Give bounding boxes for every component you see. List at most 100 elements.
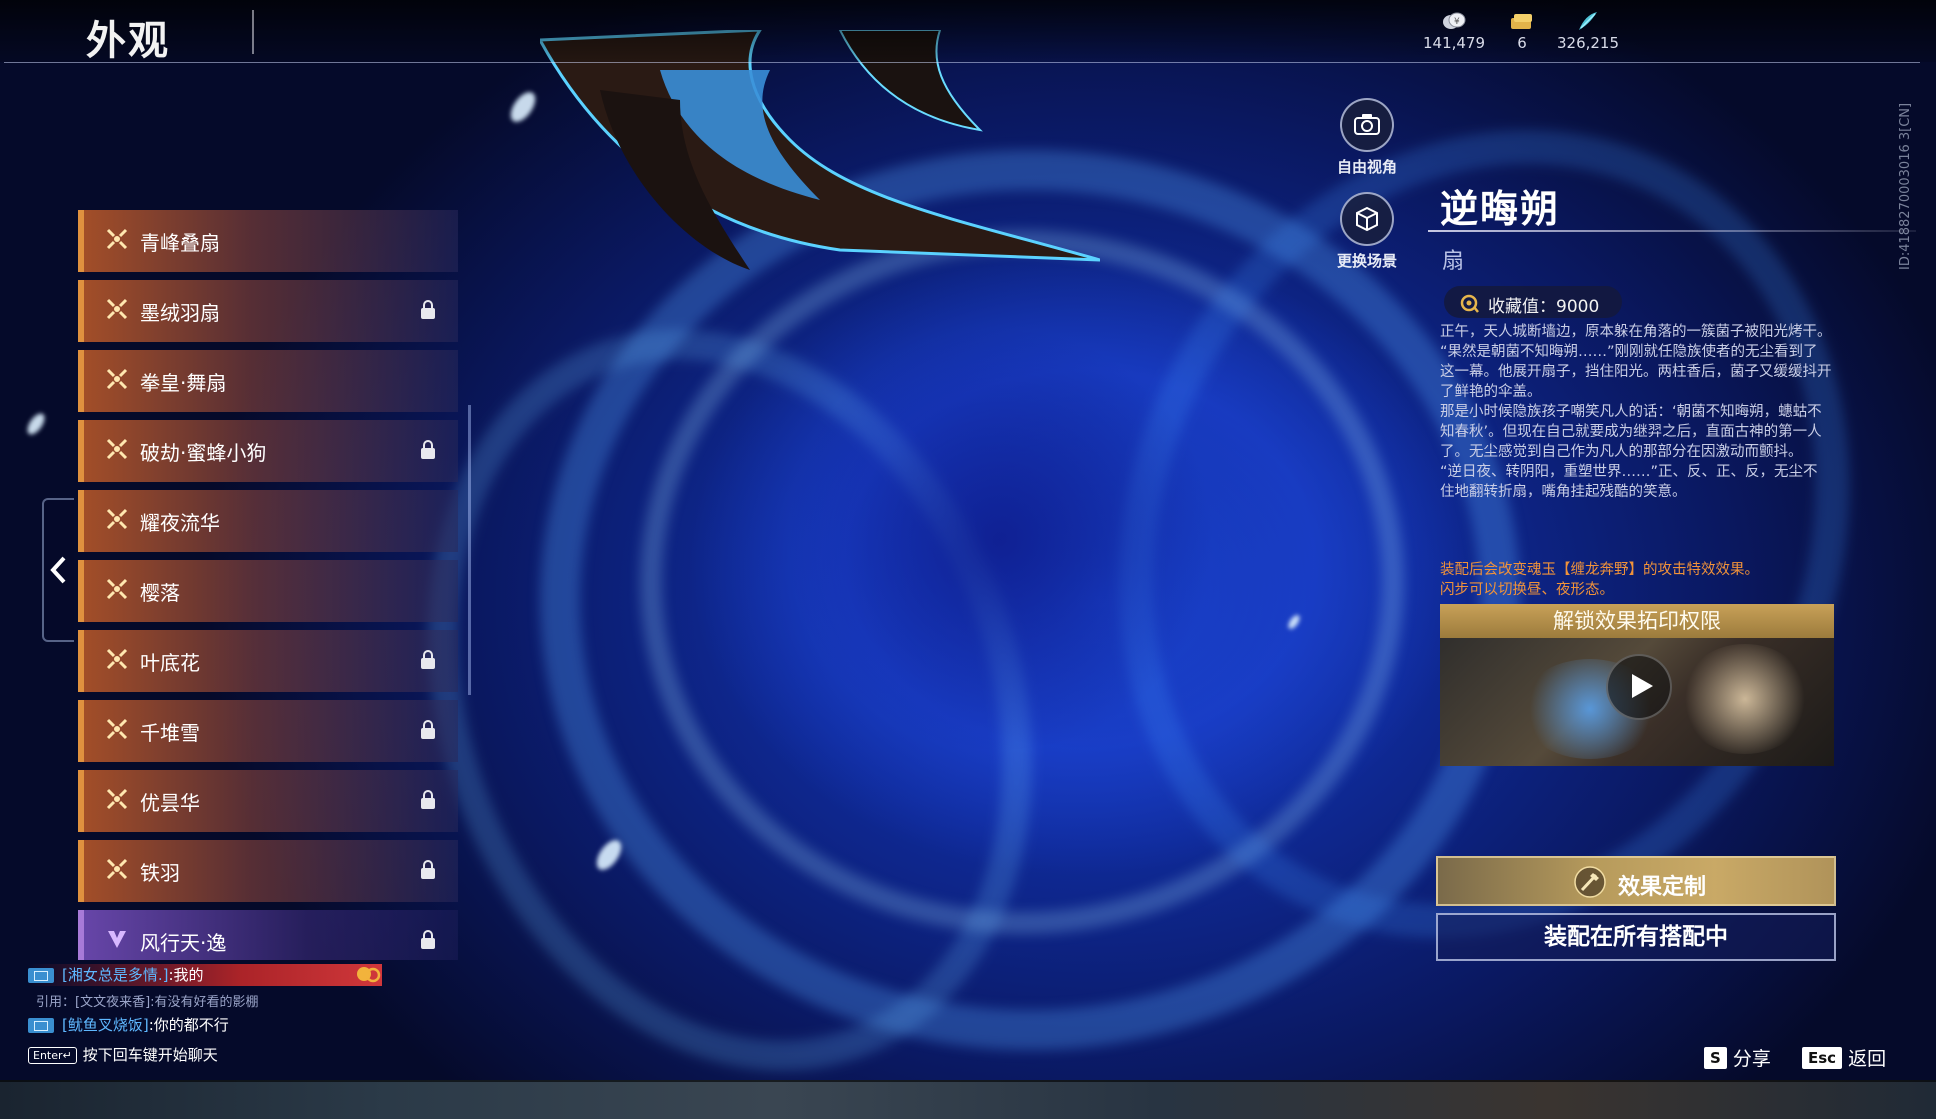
chat-input-prompt[interactable]: Enter↵ 按下回车键开始聊天 — [28, 1044, 218, 1065]
description-paragraph: “逆日夜、转阴阳，重塑世界……”正、反、正、反，无尘不住地翻转折扇，嘴角挂起残酷… — [1440, 464, 1818, 500]
s-key-icon: S — [1704, 1046, 1727, 1069]
chat-text: :我的 — [168, 966, 204, 984]
lock-icon — [421, 930, 435, 949]
chat-text: :你的都不行 — [148, 1016, 229, 1034]
chat-message[interactable]: [湘女总是多情.]:我的 — [28, 964, 382, 986]
chat-channel-icon — [28, 968, 54, 983]
background-scenery-strip — [0, 1080, 1936, 1119]
fan-icon — [106, 858, 128, 880]
feather-token-icon — [1579, 12, 1597, 30]
fan-icon — [106, 298, 128, 320]
collection-value-badge: 收藏值：9000 — [1444, 286, 1622, 318]
skin-list-item[interactable]: 墨绒羽扇 — [78, 280, 458, 342]
lock-icon — [421, 790, 435, 809]
skin-list-item[interactable]: 叶底花 — [78, 630, 458, 692]
effect-note: 装配后会改变魂玉【缠龙奔野】的攻击特效效果。 闪步可以切换昼、夜形态。 — [1440, 560, 1840, 600]
share-label: 分享 — [1732, 1048, 1771, 1070]
wrench-hammer-icon — [1574, 866, 1606, 898]
video-thumbnail-fx — [1680, 644, 1810, 754]
skin-list-item[interactable]: 破劫·蜜蜂小狗 — [78, 420, 458, 482]
feathers-value: 326,215 — [1556, 34, 1620, 52]
item-name: 逆晦朔 — [1440, 187, 1561, 231]
effect-preview-video[interactable]: 解锁效果拓印权限 — [1440, 604, 1834, 766]
chat-sender[interactable]: [鱿鱼叉烧饭] — [62, 1016, 149, 1034]
skin-label: 青峰叠扇 — [140, 231, 220, 255]
chat-channel-icon — [28, 1018, 54, 1033]
svg-text:¥: ¥ — [1454, 17, 1460, 27]
title-separator — [252, 10, 254, 54]
effect-note-line: 闪步可以切换昼、夜形态。 — [1440, 582, 1614, 598]
description-paragraph: “果然是朝菌不知晦朔……”刚刚就任隐族使者的无尘看到了这一幕。他展开扇子，挡住阳… — [1440, 344, 1832, 400]
fan-icon — [106, 718, 128, 740]
skin-label: 破劫·蜜蜂小狗 — [140, 441, 267, 465]
fan-icon — [106, 368, 128, 390]
coin-stack-icon: ¥ — [1443, 12, 1466, 29]
equip-all-button[interactable]: 装配在所有搭配中 — [1436, 913, 1836, 961]
collection-value: 收藏值：9000 — [1488, 297, 1600, 317]
lock-icon — [421, 650, 435, 669]
purple-fan-icon — [108, 931, 126, 948]
fan-icon — [106, 508, 128, 530]
free-view-label: 自由视角 — [1336, 158, 1397, 176]
fan-icon — [106, 788, 128, 810]
chat-sender[interactable]: [湘女总是多情.] — [62, 966, 168, 984]
page-title: 外观 — [86, 18, 170, 64]
change-scene-circle[interactable] — [1340, 192, 1394, 246]
top-divider — [4, 62, 1920, 63]
fan-icon — [106, 648, 128, 670]
back-button[interactable]: Esc 返回 — [1802, 1044, 1886, 1071]
collapse-list-button[interactable] — [42, 498, 74, 642]
top-bar — [0, 0, 1936, 62]
collection-icon — [1460, 294, 1479, 313]
skin-label: 墨绒羽扇 — [140, 301, 220, 325]
skin-label: 铁羽 — [140, 861, 180, 885]
customize-effect-button[interactable]: 效果定制 — [1436, 856, 1836, 906]
chat-quote: 引用：[文文夜来香]:有没有好看的影棚 — [36, 995, 259, 1010]
skin-list-item[interactable]: 千堆雪 — [78, 700, 458, 762]
change-scene-label: 更换场景 — [1336, 252, 1397, 270]
skin-list-item[interactable]: 青峰叠扇 — [78, 210, 458, 272]
fan-icon — [106, 228, 128, 250]
skin-label: 叶底花 — [140, 651, 200, 675]
list-scrollbar[interactable] — [468, 405, 471, 695]
sparkle — [24, 410, 48, 438]
description-paragraph: 正午，天人城断墙边，原本躲在角落的一簇菌子被阳光烤干。 — [1440, 324, 1832, 340]
camera-icon — [1354, 114, 1380, 135]
fan-icon — [106, 578, 128, 600]
name-underline — [1428, 230, 1916, 232]
skin-list-item[interactable]: 拳皇·舞扇 — [78, 350, 458, 412]
ticket-icon — [1511, 14, 1532, 29]
effect-note-line: 装配后会改变魂玉【缠龙奔野】的攻击特效效果。 — [1440, 562, 1759, 578]
skin-list-item[interactable]: 樱落 — [78, 560, 458, 622]
free-view-circle[interactable] — [1340, 98, 1394, 152]
chat-emoji-icon — [357, 967, 381, 983]
cube-icon — [1356, 206, 1378, 232]
free-view-button[interactable]: 自由视角 — [1322, 98, 1412, 177]
fan-weapon-model[interactable] — [540, 30, 1100, 280]
player-id: ID:4188270003016 3[CN] — [1898, 102, 1913, 270]
skin-list-item[interactable]: 风行天·逸 — [78, 910, 458, 960]
item-description: 正午，天人城断墙边，原本躲在角落的一簇菌子被阳光烤干。 “果然是朝菌不知晦朔……… — [1440, 322, 1832, 502]
skin-list-item[interactable]: 铁羽 — [78, 840, 458, 902]
esc-key-icon: Esc — [1802, 1046, 1843, 1069]
unlock-banner: 解锁效果拓印权限 — [1440, 604, 1834, 638]
currency-feathers: 326,215 — [1548, 10, 1628, 52]
fan-icon — [106, 438, 128, 460]
appearance-screen: 外观 ¥ 141,479 6 326,215 自由视角 更换场景 青峰叠扇 墨绒… — [0, 0, 1936, 1119]
item-type: 扇 — [1442, 249, 1465, 274]
skin-list-item[interactable]: 优昙华 — [78, 770, 458, 832]
description-paragraph: 那是小时候隐族孩子嘲笑凡人的话：‘朝菌不知晦朔，蟪蛄不知春秋’。但现在自己就要成… — [1440, 404, 1822, 460]
skin-label: 千堆雪 — [140, 721, 200, 745]
share-button[interactable]: S 分享 — [1704, 1044, 1771, 1071]
play-icon — [1632, 674, 1653, 698]
play-button[interactable] — [1606, 654, 1672, 720]
skin-label: 耀夜流华 — [140, 511, 220, 535]
skin-list-item[interactable]: 耀夜流华 — [78, 490, 458, 552]
chat-message[interactable]: [鱿鱼叉烧饭]:你的都不行 — [28, 1014, 229, 1035]
skin-label: 风行天·逸 — [140, 931, 227, 955]
lock-icon — [421, 300, 435, 319]
change-scene-button[interactable]: 更换场景 — [1322, 192, 1412, 271]
chat-input-hint-text: 按下回车键开始聊天 — [82, 1046, 218, 1064]
lock-icon — [421, 860, 435, 879]
chevron-left-icon — [50, 556, 66, 584]
